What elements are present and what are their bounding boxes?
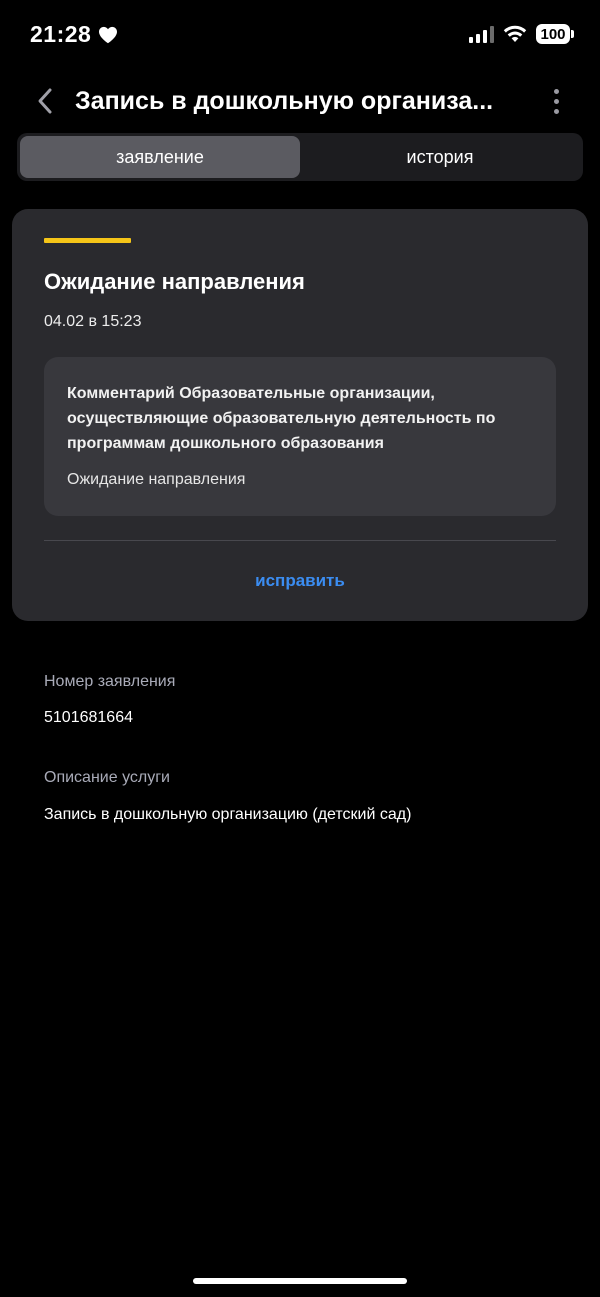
page-title: Запись в дошкольную организа...: [75, 87, 494, 115]
home-indicator[interactable]: [193, 1278, 407, 1284]
status-title: Ожидание направления: [44, 269, 305, 294]
more-vertical-icon: [553, 88, 559, 94]
chevron-left-icon: [38, 88, 52, 114]
application-number-value: 5101681664: [44, 709, 133, 726]
status-card: Ожидание направления 04.02 в 15:23 Комме…: [12, 209, 588, 621]
status-time-text: 21:28: [30, 21, 92, 47]
card-divider: [44, 540, 556, 541]
more-button[interactable]: [546, 86, 566, 116]
comment-text: Ожидание направления: [67, 471, 246, 488]
status-bar: 21:28 100: [0, 0, 600, 72]
back-button[interactable]: [30, 86, 60, 116]
status-accent-bar: [44, 238, 131, 243]
nav-header: Запись в дошкольную организа...: [0, 78, 600, 124]
status-date: 04.02 в 15:23: [44, 313, 142, 330]
wifi-icon: [503, 25, 527, 42]
service-description-label: Описание услуги: [44, 769, 170, 786]
battery-icon: 100: [536, 24, 574, 44]
status-time: 21:28: [30, 21, 118, 48]
edit-button[interactable]: исправить: [44, 571, 556, 591]
tab-switcher: заявление история: [17, 133, 583, 181]
heart-icon: [99, 26, 118, 43]
tab-application[interactable]: заявление: [20, 136, 300, 178]
status-icons: 100: [469, 24, 574, 44]
tab-history[interactable]: история: [300, 136, 580, 178]
application-number-label: Номер заявления: [44, 673, 176, 690]
battery-level: 100: [536, 24, 570, 44]
comment-title: Комментарий Образовательные организации,…: [67, 385, 496, 452]
signal-icon: [469, 25, 494, 43]
comment-box: Комментарий Образовательные организации,…: [44, 357, 556, 516]
service-description-value: Запись в дошкольную организацию (детский…: [44, 806, 412, 823]
